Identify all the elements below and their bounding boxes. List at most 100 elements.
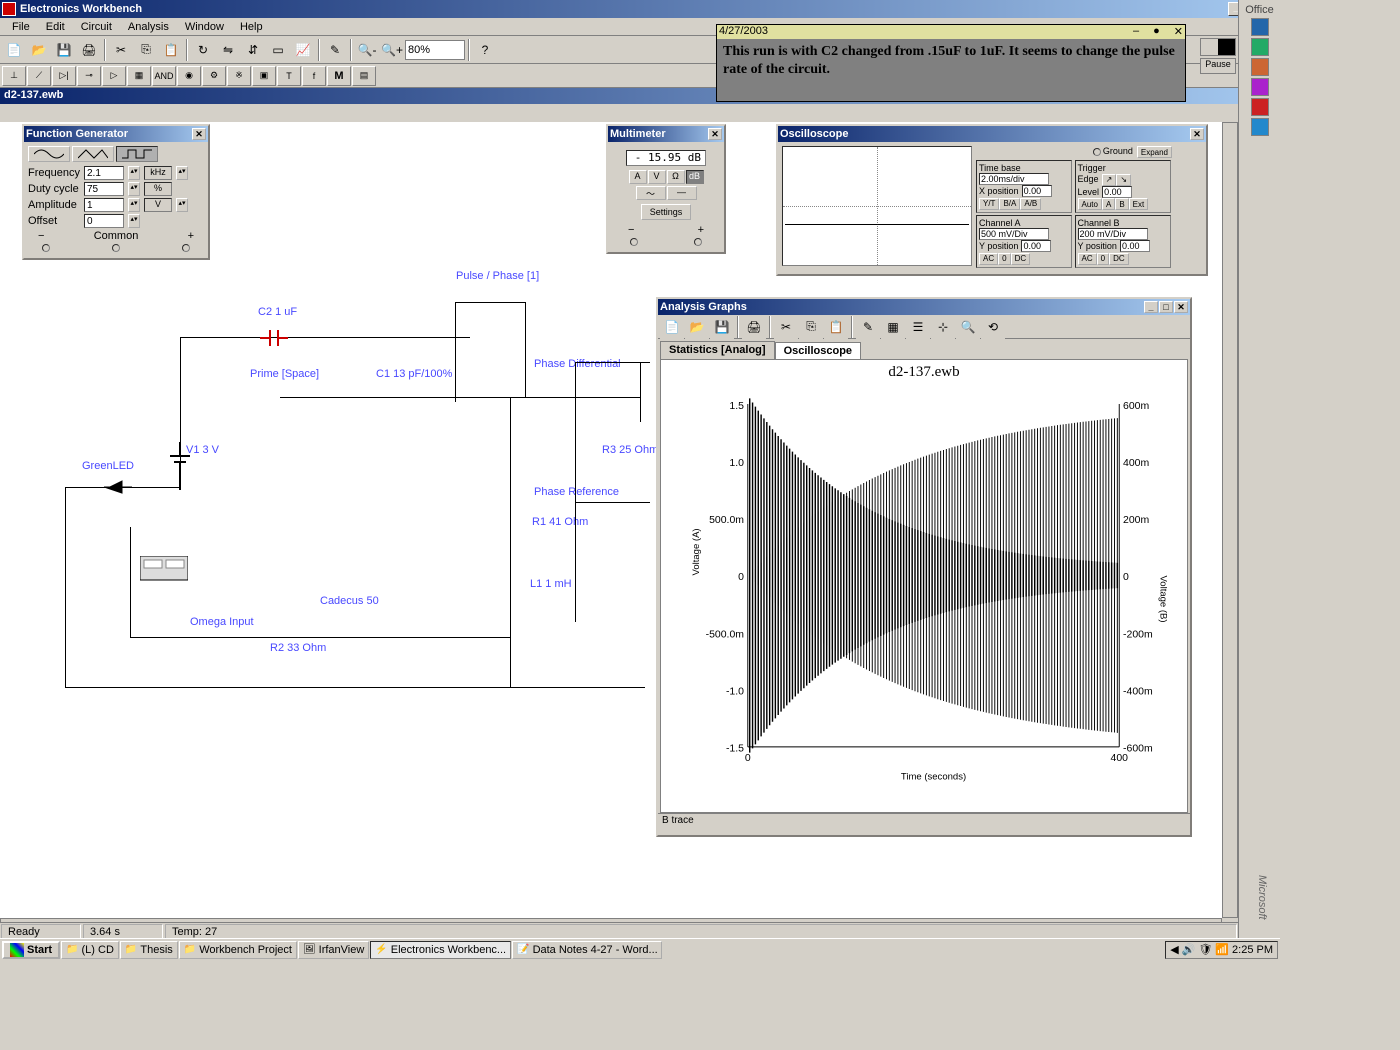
timebase-input[interactable] <box>979 173 1049 185</box>
analog-button[interactable]: ▷ <box>102 66 126 86</box>
mm-pos[interactable] <box>694 238 702 246</box>
text-button[interactable]: T <box>277 66 301 86</box>
vertical-scrollbar[interactable] <box>1222 122 1238 918</box>
mm-amp-button[interactable]: A <box>629 170 647 184</box>
cut-button[interactable]: ✂ <box>109 38 133 62</box>
app-icon[interactable] <box>1251 98 1269 116</box>
task-workbench[interactable]: 📁Workbench Project <box>179 941 297 959</box>
neg-terminal[interactable] <box>42 244 50 252</box>
amplitude-input[interactable] <box>84 198 124 212</box>
ground-terminal[interactable] <box>1093 148 1101 156</box>
mm-dc-button[interactable]: — <box>667 186 697 200</box>
multimeter-window[interactable]: Multimeter✕ - 15.95 dB A V Ω dB 〜— Setti… <box>606 124 726 254</box>
common-terminal[interactable] <box>112 244 120 252</box>
probe-button[interactable]: ✎ <box>323 38 347 62</box>
open-button[interactable]: 📂 <box>27 38 51 62</box>
print-button[interactable]: 🖨 <box>77 38 101 62</box>
system-tray[interactable]: ◀ 🔊 🛡 📶 2:25 PM <box>1165 941 1278 959</box>
ag-save[interactable]: 💾 <box>710 315 734 339</box>
zoomin-button[interactable]: 🔍+ <box>380 38 404 62</box>
tab-statistics[interactable]: Statistics [Analog] <box>660 341 775 359</box>
mixed-button[interactable]: ▦ <box>127 66 151 86</box>
save-button[interactable]: 💾 <box>52 38 76 62</box>
zoom-input[interactable] <box>405 40 465 60</box>
control-button[interactable]: ⚙ <box>202 66 226 86</box>
menu-help[interactable]: Help <box>232 20 271 34</box>
close-icon[interactable]: ✕ <box>1190 128 1204 140</box>
power-switch[interactable] <box>1200 38 1236 56</box>
app2-icon[interactable] <box>1251 118 1269 136</box>
task-ewb[interactable]: ⚡Electronics Workbenc... <box>370 941 511 959</box>
function-generator-window[interactable]: Function Generator✕ Frequency▴▾kHz▴▾ Dut… <box>22 124 210 260</box>
edge-rise[interactable]: ↗ <box>1102 174 1117 186</box>
task-irfan[interactable]: 🖼IrfanView <box>298 941 369 959</box>
task-cd[interactable]: 📁(L) CD <box>61 941 119 959</box>
m-button[interactable]: M <box>327 66 351 86</box>
tray-icon[interactable]: 🔊 <box>1182 943 1196 956</box>
ag-copy[interactable]: ⎘ <box>799 315 823 339</box>
menu-circuit[interactable]: Circuit <box>73 20 120 34</box>
offset-input[interactable] <box>84 214 124 228</box>
help-button[interactable]: ? <box>473 38 497 62</box>
sticky-close-icon[interactable]: ✕ <box>1174 25 1183 39</box>
close-icon[interactable]: ✕ <box>708 128 722 140</box>
ag-print[interactable]: 🖨 <box>742 315 766 339</box>
tray-icon[interactable]: 🛡 <box>1198 943 1212 956</box>
diode-button[interactable]: ▷| <box>52 66 76 86</box>
mm-settings-button[interactable]: Settings <box>641 204 691 220</box>
triangle-wave-button[interactable] <box>72 146 114 162</box>
ppt-icon[interactable] <box>1251 58 1269 76</box>
close-icon[interactable]: ✕ <box>1174 301 1188 313</box>
sources-button[interactable]: ⊥ <box>2 66 26 86</box>
paste-button[interactable]: 📋 <box>159 38 183 62</box>
ag-new[interactable]: 📄 <box>660 315 684 339</box>
indicator-button[interactable]: ◉ <box>177 66 201 86</box>
ag-zoom[interactable]: 🔍 <box>956 315 980 339</box>
basic-button[interactable]: ⟋ <box>27 66 51 86</box>
analysis-graphs-window[interactable]: Analysis Graphs _ □ ✕ 📄 📂 💾 🖨 ✂ ⎘ 📋 ✎ ▦ … <box>656 297 1192 837</box>
max-icon[interactable]: □ <box>1159 301 1173 313</box>
ag-paste[interactable]: 📋 <box>824 315 848 339</box>
mm-db-button[interactable]: dB <box>686 170 704 184</box>
ag-open[interactable]: 📂 <box>685 315 709 339</box>
graph-button[interactable]: 📈 <box>291 38 315 62</box>
expand-button[interactable]: Expand <box>1137 146 1172 158</box>
mm-ohm-button[interactable]: Ω <box>667 170 685 184</box>
task-word[interactable]: 📝Data Notes 4-27 - Word... <box>512 941 662 959</box>
ag-legend[interactable]: ☰ <box>906 315 930 339</box>
digital-button[interactable]: AND <box>152 66 176 86</box>
battery-v1-icon[interactable] <box>164 442 196 490</box>
sticky-note[interactable]: 4/27/2003 – ● ✕ This run is with C2 chan… <box>716 24 1186 102</box>
tray-icon[interactable]: 📶 <box>1215 943 1229 956</box>
mm-volt-button[interactable]: V <box>648 170 666 184</box>
sticky-min-icon[interactable]: – <box>1133 25 1139 39</box>
tab-oscilloscope[interactable]: Oscilloscope <box>775 342 861 360</box>
meter-button[interactable]: ▤ <box>352 66 376 86</box>
instrument-button[interactable]: ▣ <box>252 66 276 86</box>
ag-cursor[interactable]: ⊹ <box>931 315 955 339</box>
ag-cut[interactable]: ✂ <box>774 315 798 339</box>
copy-button[interactable]: ⎘ <box>134 38 158 62</box>
edge-fall[interactable]: ↘ <box>1116 174 1131 186</box>
pos-terminal[interactable] <box>182 244 190 252</box>
ag-grid[interactable]: ▦ <box>881 315 905 339</box>
new-button[interactable]: 📄 <box>2 38 26 62</box>
zoomout-button[interactable]: 🔍- <box>355 38 379 62</box>
min-icon[interactable]: _ <box>1144 301 1158 313</box>
instrument-icon[interactable] <box>140 556 188 584</box>
tray-icon[interactable]: ◀ <box>1170 943 1178 956</box>
led-icon[interactable] <box>104 477 132 497</box>
menu-analysis[interactable]: Analysis <box>120 20 177 34</box>
sine-wave-button[interactable] <box>28 146 70 162</box>
sticky-dot-icon[interactable]: ● <box>1153 25 1160 39</box>
menu-edit[interactable]: Edit <box>38 20 73 34</box>
task-thesis[interactable]: 📁Thesis <box>120 941 178 959</box>
word-icon[interactable] <box>1251 18 1269 36</box>
ag-props[interactable]: ✎ <box>856 315 880 339</box>
fliph-button[interactable]: ⇋ <box>216 38 240 62</box>
frequency-input[interactable] <box>84 166 124 180</box>
func-button[interactable]: f <box>302 66 326 86</box>
square-wave-button[interactable] <box>116 146 158 162</box>
transistor-button[interactable]: ⊸ <box>77 66 101 86</box>
subckt-button[interactable]: ▭ <box>266 38 290 62</box>
